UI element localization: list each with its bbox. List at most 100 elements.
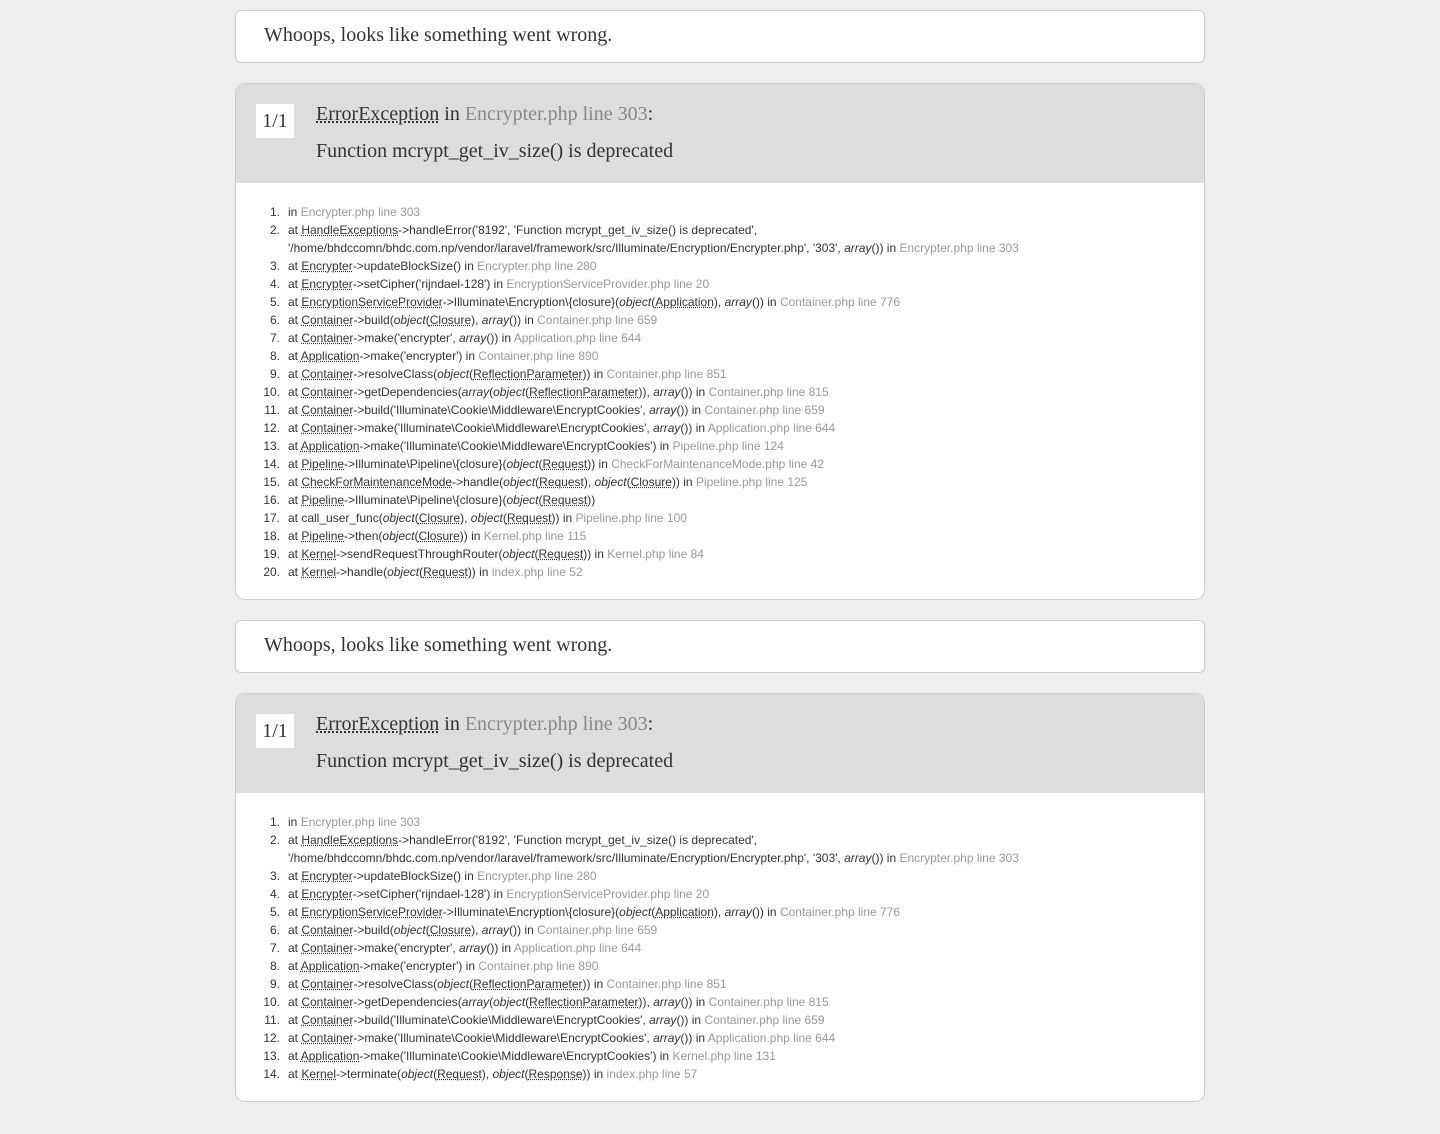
trace-class[interactable]: Application xyxy=(301,439,360,453)
trace-text: ->make('encrypter', xyxy=(353,331,459,345)
trace-text: at xyxy=(288,403,302,417)
trace-class[interactable]: Closure xyxy=(418,529,459,543)
exception-colon: : xyxy=(647,713,654,735)
trace-class[interactable]: Container xyxy=(301,313,353,327)
trace-class[interactable]: Request xyxy=(539,547,584,561)
trace-row: 12. at Container->make('Illuminate\Cookie… xyxy=(263,419,1204,437)
trace-type: array xyxy=(459,331,487,345)
trace-class[interactable]: Container xyxy=(301,977,353,991)
exception-counter: 1/1 xyxy=(256,104,294,138)
trace-class[interactable]: ReflectionParameter xyxy=(473,977,582,991)
trace-class[interactable]: ReflectionParameter xyxy=(529,385,638,399)
trace-class[interactable]: Container xyxy=(301,367,353,381)
trace-class[interactable]: Request xyxy=(437,1067,482,1081)
trace-class[interactable]: Application xyxy=(655,295,714,309)
trace-class[interactable]: Encrypter xyxy=(301,887,352,901)
trace-text: ()) in xyxy=(751,295,780,309)
trace-file: Pipeline.php line 125 xyxy=(695,475,808,489)
trace-class[interactable]: Request xyxy=(543,457,588,471)
trace-class[interactable]: Application xyxy=(301,1049,360,1063)
trace-class[interactable]: Request xyxy=(423,565,468,579)
trace-text: ), xyxy=(460,511,471,525)
trace-class[interactable]: Container xyxy=(301,1013,353,1027)
trace-row: 12. at Container->make('Illuminate\Cookie… xyxy=(263,1029,1204,1047)
trace-number: 2. xyxy=(269,223,280,237)
trace-type: object xyxy=(619,905,652,919)
trace-text: at xyxy=(288,887,302,901)
trace-class[interactable]: EncryptionServiceProvider xyxy=(301,295,442,309)
trace-number: 8. xyxy=(269,959,280,973)
trace-type: array xyxy=(844,241,872,255)
trace-number: 12. xyxy=(263,421,280,435)
trace-class[interactable]: Encrypter xyxy=(301,869,352,883)
trace-type: object xyxy=(382,529,415,543)
trace-class[interactable]: Container xyxy=(301,1031,353,1045)
trace-file: Encrypter.php line 280 xyxy=(477,259,597,273)
exception-header: 1/1 ErrorException in Encrypter.php line… xyxy=(236,694,1204,793)
exception-class[interactable]: ErrorException xyxy=(316,103,439,125)
trace-file: Kernel.php line 84 xyxy=(607,547,704,561)
trace-class[interactable]: Container xyxy=(301,941,353,955)
trace-class[interactable]: Pipeline xyxy=(301,529,344,543)
trace-text: in xyxy=(288,815,301,829)
trace-class[interactable]: ReflectionParameter xyxy=(529,995,638,1009)
trace-type: object xyxy=(506,493,539,507)
trace-class[interactable]: Closure xyxy=(430,313,471,327)
trace-text: at xyxy=(288,1049,301,1063)
trace-class[interactable]: Application xyxy=(301,959,360,973)
trace-number: 6. xyxy=(269,923,280,937)
trace-text: )) in xyxy=(583,547,608,561)
trace-type: array xyxy=(461,385,490,399)
trace-class[interactable]: EncryptionServiceProvider xyxy=(301,905,442,919)
trace-class[interactable]: Container xyxy=(301,995,353,1009)
trace-class[interactable]: Container xyxy=(301,403,353,417)
trace-class[interactable]: Request xyxy=(539,475,584,489)
trace-class[interactable]: Encrypter xyxy=(301,277,352,291)
trace-class[interactable]: Kernel xyxy=(301,1067,336,1081)
trace-class[interactable]: Kernel xyxy=(301,565,336,579)
trace-row: 11. at Container->build('Illuminate\Cooki… xyxy=(264,1011,1204,1029)
trace-file: Container.php line 890 xyxy=(478,349,599,363)
trace-class[interactable]: Application xyxy=(301,349,360,363)
trace-text: at xyxy=(288,277,302,291)
trace-class[interactable]: Pipeline xyxy=(301,457,344,471)
trace-class[interactable]: Closure xyxy=(430,923,471,937)
trace-class[interactable]: Container xyxy=(301,923,353,937)
trace-text: ()) in xyxy=(680,385,709,399)
trace-text: at xyxy=(288,959,301,973)
trace-type: object xyxy=(492,1067,525,1081)
trace-class[interactable]: Container xyxy=(301,331,353,345)
trace-row: 10. at Container->getDependencies(array(o… xyxy=(263,383,1204,401)
trace-class[interactable]: HandleExceptions xyxy=(301,833,398,847)
trace-class[interactable]: Response xyxy=(529,1067,583,1081)
trace-text: ()) in xyxy=(676,403,705,417)
trace-class[interactable]: Closure xyxy=(631,475,672,489)
trace-class[interactable]: Encrypter xyxy=(301,259,352,273)
trace-class[interactable]: Request xyxy=(507,511,552,525)
trace-text: at xyxy=(288,295,302,309)
trace-class[interactable]: Pipeline xyxy=(301,493,344,507)
trace-class[interactable]: CheckForMaintenanceMode xyxy=(301,475,452,489)
trace-text: at xyxy=(288,493,302,507)
trace-text: at call_user_func( xyxy=(288,511,383,525)
trace-class[interactable]: Closure xyxy=(419,511,460,525)
trace-class[interactable]: HandleExceptions xyxy=(301,223,398,237)
trace-text: ()) in xyxy=(680,1031,708,1045)
exception-class[interactable]: ErrorException xyxy=(316,713,439,735)
trace-class[interactable]: Application xyxy=(655,905,714,919)
trace-number: 1. xyxy=(269,205,280,219)
trace-text: at xyxy=(288,941,302,955)
trace-number: 19. xyxy=(263,547,280,561)
trace-row: 11. at Container->build('Illuminate\Cooki… xyxy=(264,401,1204,419)
exception-line: ErrorException in Encrypter.php line 303… xyxy=(316,103,653,126)
trace-class[interactable]: Kernel xyxy=(301,547,336,561)
trace-class[interactable]: Container xyxy=(301,421,353,435)
trace-class[interactable]: ReflectionParameter xyxy=(473,367,582,381)
trace-row: 15. at CheckForMaintenanceMode->handle(ob… xyxy=(263,473,1204,491)
trace-row: 13. at Application->make('Illuminate\Cook… xyxy=(263,1047,1204,1065)
trace-class[interactable]: Request xyxy=(543,493,588,507)
trace-text: ->Illuminate\Pipeline\{closure}( xyxy=(344,457,507,471)
trace-number: 20. xyxy=(263,565,280,579)
trace-text: )) in xyxy=(551,511,576,525)
trace-class[interactable]: Container xyxy=(301,385,353,399)
